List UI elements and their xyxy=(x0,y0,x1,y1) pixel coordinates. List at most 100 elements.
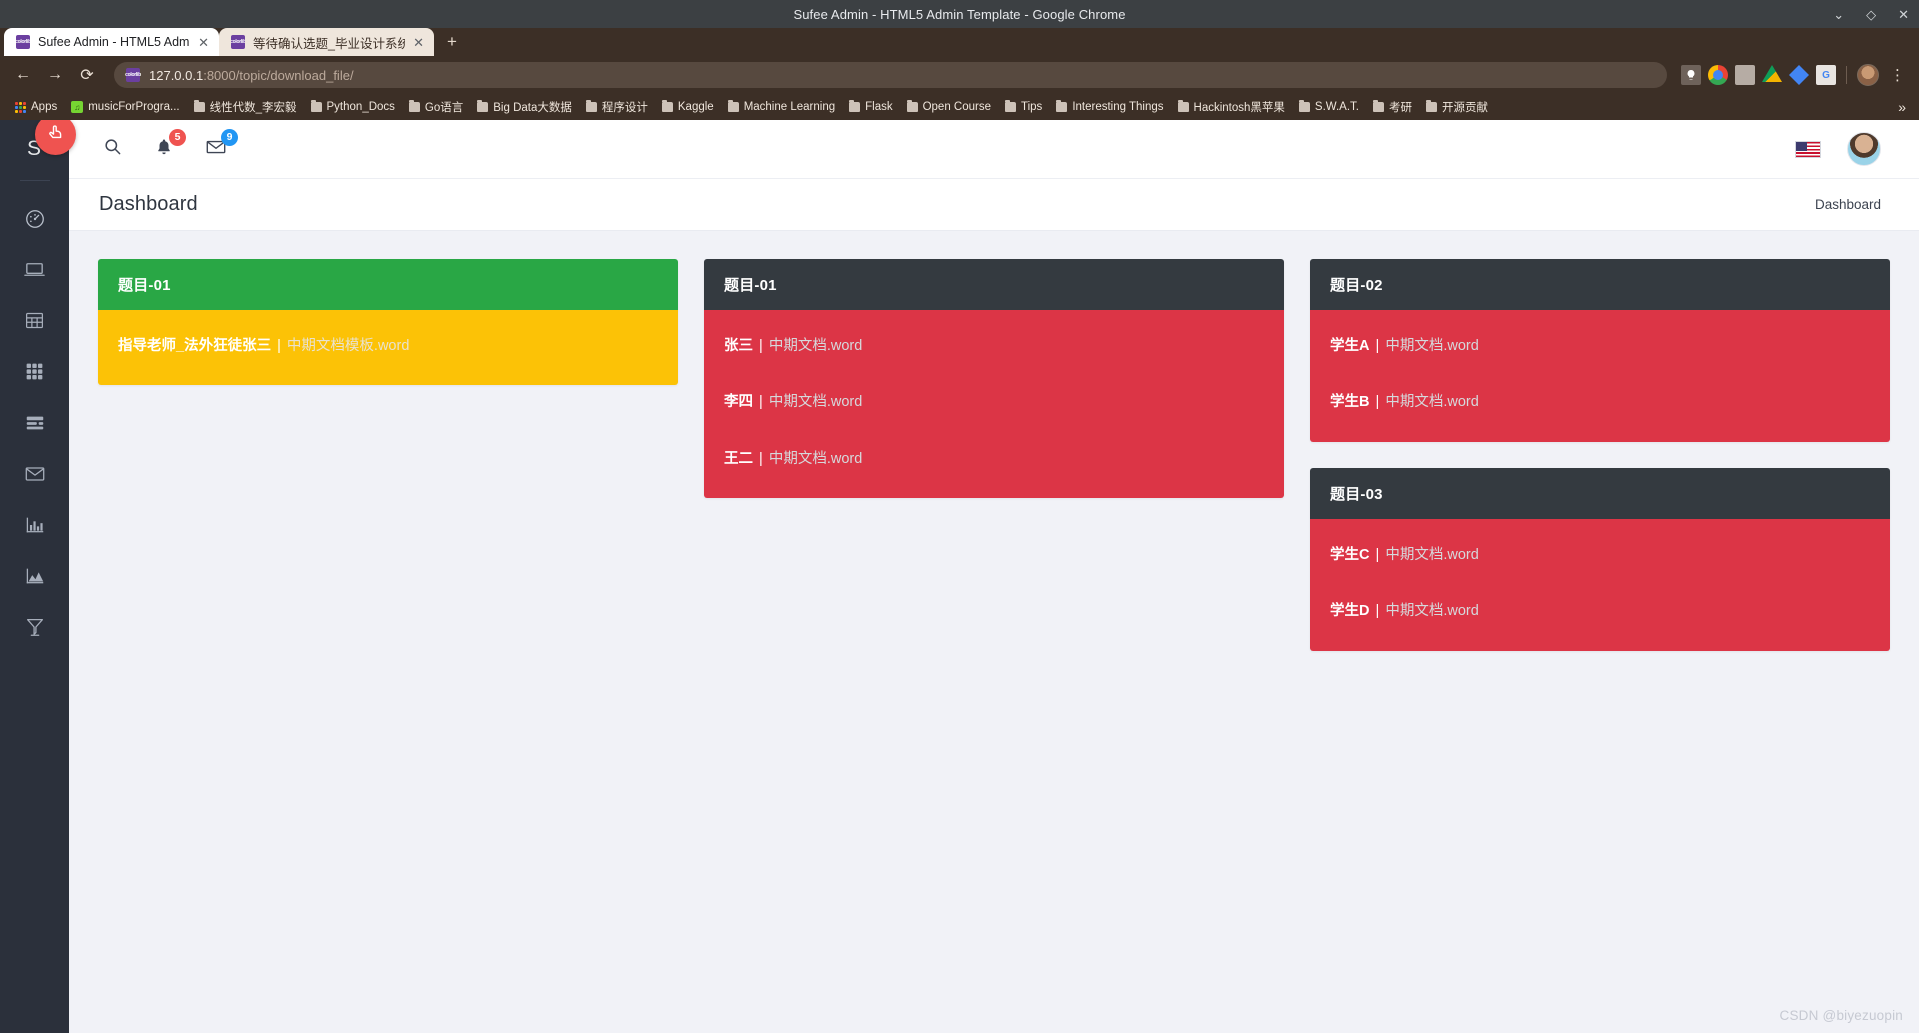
file-owner: 学生A xyxy=(1330,338,1370,354)
file-separator: | xyxy=(1375,603,1380,620)
us-flag-icon[interactable] xyxy=(1795,140,1821,158)
tab-close-icon[interactable]: ✕ xyxy=(198,36,209,49)
bookmark-folder-3[interactable]: Python_Docs xyxy=(305,99,401,115)
file-owner: 张三 xyxy=(724,338,753,354)
browser-tab-1[interactable]: colorlib Sufee Admin - HTML5 Admin ✕ xyxy=(4,28,219,56)
card-body: 学生C | 中期文档.word 学生D | 中期文档.word xyxy=(1310,518,1890,651)
sidebar-item-charts[interactable] xyxy=(0,499,69,550)
sidebar-item-mail[interactable] xyxy=(0,448,69,499)
bookmark-folder-16[interactable]: 开源贡献 xyxy=(1420,97,1494,117)
browser-toolbar: ← → ⟳ colorlib 127.0.0.1:8000/topic/down… xyxy=(0,56,1919,94)
topic-card-3: 题目-02 学生A | 中期文档.word 学生B | 中期文档.word xyxy=(1310,259,1890,442)
bookmark-folder-10[interactable]: Open Course xyxy=(901,99,997,115)
file-item[interactable]: 指导老师_法外狂徒张三 | 中期文档模板.word xyxy=(118,328,658,365)
bookmark-folder-13[interactable]: Hackintosh黑苹果 xyxy=(1172,97,1291,117)
bookmark-musicforprogramming[interactable]: ♫ musicForProgra... xyxy=(65,99,185,115)
sidebar-item-dashboard[interactable] xyxy=(0,193,69,244)
bookmark-folder-14[interactable]: S.W.A.T. xyxy=(1293,99,1365,115)
bookmark-folder-11[interactable]: Tips xyxy=(999,99,1048,115)
chrome-menu-icon[interactable]: ⋮ xyxy=(1886,66,1909,84)
file-name[interactable]: 中期文档.word xyxy=(1385,338,1478,354)
sidebar-item-widgets[interactable] xyxy=(0,346,69,397)
reload-icon[interactable]: ⟳ xyxy=(74,62,100,88)
bookmark-folder-15[interactable]: 考研 xyxy=(1367,97,1418,117)
new-tab-button[interactable]: + xyxy=(438,28,466,56)
table-icon xyxy=(24,310,45,331)
sidebar-item-maps[interactable] xyxy=(0,550,69,601)
google-translate-icon[interactable]: G xyxy=(1816,65,1836,85)
sidebar-item-tables[interactable] xyxy=(0,295,69,346)
topic-card-2: 题目-01 张三 | 中期文档.word 李四 | 中期文档.word 王二 |… xyxy=(704,259,1284,499)
site-favicon-icon: colorlib xyxy=(125,68,141,82)
sidebar-item-filter[interactable] xyxy=(0,601,69,652)
envelope-icon xyxy=(24,463,46,485)
file-name[interactable]: 中期文档.word xyxy=(769,338,862,354)
file-owner: 王二 xyxy=(724,450,753,467)
bookmarks-overflow-icon[interactable]: » xyxy=(1898,99,1910,115)
funnel-icon xyxy=(24,616,46,638)
avatar[interactable] xyxy=(1847,132,1881,166)
file-separator: | xyxy=(759,394,763,411)
file-name[interactable]: 中期文档.word xyxy=(1385,603,1478,619)
file-item[interactable]: 学生B | 中期文档.word xyxy=(1330,384,1870,421)
file-name[interactable]: 中期文档.word xyxy=(1385,394,1478,410)
sidebar-item-ui-elements[interactable] xyxy=(0,244,69,295)
bookmark-folder-4[interactable]: Go语言 xyxy=(403,97,469,117)
card-header: 题目-03 xyxy=(1310,467,1890,519)
chrome-extension-icon[interactable] xyxy=(1708,65,1728,85)
bookmark-label: S.W.A.T. xyxy=(1314,101,1359,113)
browser-tab-2[interactable]: colorlib 等待确认选题_毕业设计系统 ✕ xyxy=(219,28,434,56)
file-name[interactable]: 中期文档模板.word xyxy=(287,338,409,354)
file-name[interactable]: 中期文档.word xyxy=(769,451,862,467)
bookmark-folder-8[interactable]: Machine Learning xyxy=(722,99,841,115)
window-controls: ⌄ ◇ ✕ xyxy=(1833,0,1909,28)
bookmark-label: Flask xyxy=(865,101,893,113)
forward-icon[interactable]: → xyxy=(42,62,68,88)
sidebar-item-forms[interactable] xyxy=(0,397,69,448)
address-bar[interactable]: colorlib 127.0.0.1:8000/topic/download_f… xyxy=(114,62,1667,88)
search-button[interactable] xyxy=(99,136,125,162)
google-drive-icon[interactable] xyxy=(1762,65,1782,82)
folder-icon xyxy=(1177,100,1189,112)
close-icon[interactable]: ✕ xyxy=(1898,8,1909,21)
file-name[interactable]: 中期文档.word xyxy=(769,394,862,410)
notifications-button[interactable]: 5 xyxy=(151,129,186,162)
messages-badge: 9 xyxy=(221,129,238,146)
maximize-icon[interactable]: ◇ xyxy=(1866,8,1876,21)
notifications-badge: 5 xyxy=(169,129,186,146)
back-icon[interactable]: ← xyxy=(10,62,36,88)
folder-icon xyxy=(1005,100,1016,112)
folder-icon xyxy=(906,100,918,112)
profile-avatar[interactable] xyxy=(1857,64,1879,86)
breadcrumb[interactable]: Dashboard xyxy=(1815,197,1881,212)
messages-button[interactable]: 9 xyxy=(203,129,238,162)
bookmark-folder-7[interactable]: Kaggle xyxy=(656,99,720,115)
copy-extension-icon[interactable] xyxy=(1735,65,1755,85)
file-item[interactable]: 王二 | 中期文档.word xyxy=(724,441,1264,478)
card-row: 题目-01 指导老师_法外狂徒张三 | 中期文档模板.word 题目-01 张三… xyxy=(98,259,1890,651)
minimize-icon[interactable]: ⌄ xyxy=(1833,8,1844,21)
file-item[interactable]: 学生D | 中期文档.word xyxy=(1330,593,1870,630)
file-item[interactable]: 学生A | 中期文档.word xyxy=(1330,328,1870,384)
bookmark-folder-2[interactable]: 线性代数_李宏毅 xyxy=(188,97,303,117)
file-separator: | xyxy=(759,450,763,467)
folder-icon xyxy=(477,100,489,112)
folder-icon xyxy=(1426,100,1437,112)
file-item[interactable]: 张三 | 中期文档.word xyxy=(724,328,1264,384)
bookmark-apps[interactable]: Apps xyxy=(9,99,63,115)
search-icon xyxy=(103,137,122,161)
title-bar: Sufee Admin - HTML5 Admin Template - Goo… xyxy=(0,0,1919,28)
file-owner: 学生B xyxy=(1330,394,1370,411)
lightbulb-extension-icon[interactable] xyxy=(1681,65,1701,85)
blue-diamond-extension-icon[interactable] xyxy=(1789,65,1809,85)
tab-close-icon[interactable]: ✕ xyxy=(413,36,424,49)
file-item[interactable]: 学生C | 中期文档.word xyxy=(1330,537,1870,593)
bookmark-folder-5[interactable]: Big Data大数据 xyxy=(471,97,578,117)
file-separator: | xyxy=(1375,338,1380,354)
bookmark-folder-9[interactable]: Flask xyxy=(843,99,898,115)
bookmark-folder-6[interactable]: 程序设计 xyxy=(580,97,654,117)
file-item[interactable]: 李四 | 中期文档.word xyxy=(724,384,1264,440)
bookmark-folder-12[interactable]: Interesting Things xyxy=(1050,99,1169,115)
file-name[interactable]: 中期文档.word xyxy=(1385,547,1478,563)
file-separator: | xyxy=(277,338,281,354)
